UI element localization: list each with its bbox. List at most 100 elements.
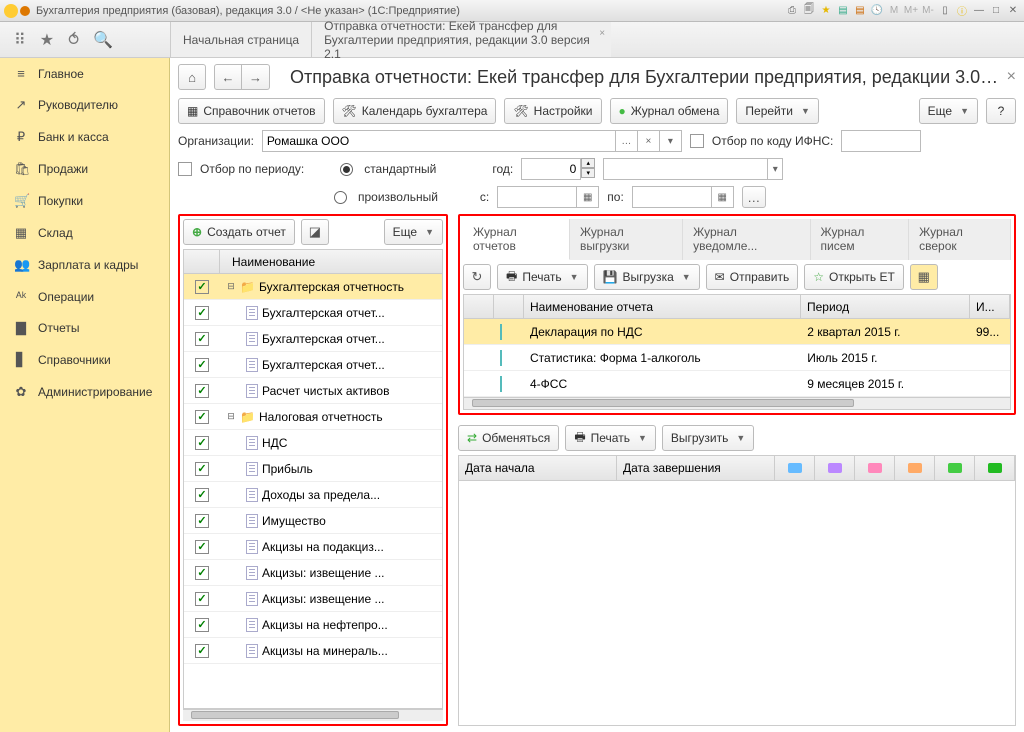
sidebar-item[interactable]: 🛍Продажи bbox=[0, 153, 169, 185]
create-report-button[interactable]: ⊕Создать отчет bbox=[183, 219, 295, 245]
star-icon[interactable]: ★ bbox=[40, 30, 54, 50]
sys-icon[interactable]: M- bbox=[921, 4, 935, 18]
tree-row[interactable]: ✓ Имущество bbox=[184, 508, 442, 534]
sidebar-item[interactable]: 🛒Покупки bbox=[0, 185, 169, 217]
grid-settings-button[interactable]: ▦ bbox=[910, 264, 938, 290]
checkbox[interactable]: ✓ bbox=[195, 566, 209, 580]
sidebar-item[interactable]: ↗Руководителю bbox=[0, 89, 169, 121]
radio-standard[interactable] bbox=[340, 163, 353, 176]
export-button[interactable]: 💾Выгрузка▼ bbox=[594, 264, 700, 290]
sys-icon[interactable]: 🕓 bbox=[870, 4, 884, 18]
table-row[interactable]: 4-ФСС 9 месяцев 2015 г. bbox=[464, 371, 1010, 397]
checkbox[interactable]: ✓ bbox=[195, 618, 209, 632]
tree-row[interactable]: ✓ Акцизы на подакциз... bbox=[184, 534, 442, 560]
h-scrollbar[interactable] bbox=[464, 397, 1010, 409]
reports-tree[interactable]: Наименование ✓ ⊟📁Бухгалтерская отчетност… bbox=[183, 249, 443, 709]
sidebar-item[interactable]: ᴬᵏОперации bbox=[0, 281, 169, 312]
year-up-icon[interactable]: ▴ bbox=[581, 158, 595, 168]
sidebar-item[interactable]: ₽Банк и касса bbox=[0, 121, 169, 153]
checkbox[interactable]: ✓ bbox=[195, 488, 209, 502]
period-drop-icon[interactable]: ▾ bbox=[768, 158, 783, 180]
search-icon[interactable]: 🔍 bbox=[93, 30, 113, 50]
send-button[interactable]: ✉Отправить bbox=[706, 264, 799, 290]
sidebar-item[interactable]: ▋Справочники bbox=[0, 344, 169, 376]
tree-row[interactable]: ✓ Акцизы: извещение ... bbox=[184, 560, 442, 586]
sys-icon[interactable]: ▯ bbox=[938, 4, 952, 18]
tree-row[interactable]: ✓ ⊟📁Налоговая отчетность bbox=[184, 404, 442, 430]
org-open-icon[interactable]: ▾ bbox=[660, 130, 682, 152]
checkbox[interactable]: ✓ bbox=[195, 592, 209, 606]
org-more-icon[interactable]: … bbox=[616, 130, 638, 152]
home-button[interactable]: ⌂ bbox=[178, 64, 206, 90]
sidebar-item[interactable]: 👥Зарплата и кадры bbox=[0, 249, 169, 281]
exchange-journal-button[interactable]: ●Журнал обмена bbox=[610, 98, 729, 124]
sys-icon[interactable]: M bbox=[887, 4, 901, 18]
sidebar-item[interactable]: ✿Администрирование bbox=[0, 376, 169, 408]
journal-tab[interactable]: Журнал сверок bbox=[909, 219, 1011, 260]
year-input[interactable] bbox=[521, 158, 581, 180]
left-more-button[interactable]: Еще▼ bbox=[384, 219, 443, 245]
sidebar-item[interactable]: ▦Склад bbox=[0, 217, 169, 249]
journal-tab[interactable]: Журнал выгрузки bbox=[570, 219, 683, 260]
bottom-print-button[interactable]: 🖶Печать▼ bbox=[565, 425, 656, 451]
journal-tab[interactable]: Журнал писем bbox=[811, 219, 910, 260]
bottom-table-body[interactable] bbox=[458, 481, 1016, 726]
org-clear-icon[interactable]: × bbox=[638, 130, 660, 152]
tree-row[interactable]: ✓ Расчет чистых активов bbox=[184, 378, 442, 404]
checkbox[interactable]: ✓ bbox=[195, 410, 209, 424]
open-et-button[interactable]: ☆Открыть ЕТ bbox=[804, 264, 904, 290]
table-row[interactable]: Декларация по НДС 2 квартал 2015 г. 99..… bbox=[464, 319, 1010, 345]
sys-icon[interactable]: ⎙ bbox=[785, 4, 799, 18]
tree-row[interactable]: ✓ Доходы за предела... bbox=[184, 482, 442, 508]
help-button[interactable]: ? bbox=[986, 98, 1016, 124]
tree-row[interactable]: ✓ Акцизы: извещение ... bbox=[184, 586, 442, 612]
date-from-input[interactable] bbox=[497, 186, 577, 208]
checkbox[interactable]: ✓ bbox=[195, 332, 209, 346]
date-to-input[interactable] bbox=[632, 186, 712, 208]
journal-tab[interactable]: Журнал уведомле... bbox=[683, 219, 810, 260]
tree-row[interactable]: ✓ ⊟📁Бухгалтерская отчетность bbox=[184, 274, 442, 300]
calendar-icon[interactable]: ▦ bbox=[577, 186, 599, 208]
radio-custom[interactable] bbox=[334, 191, 347, 204]
tab-close-icon[interactable]: × bbox=[599, 28, 605, 39]
sys-icon[interactable]: ★ bbox=[819, 4, 833, 18]
bottom-export-button[interactable]: Выгрузить▼ bbox=[662, 425, 754, 451]
h-scrollbar[interactable] bbox=[183, 709, 443, 721]
sys-icon[interactable]: ▤ bbox=[853, 4, 867, 18]
expand-icon[interactable]: ⊟ bbox=[226, 281, 236, 292]
settings-button[interactable]: 🛠Настройки bbox=[504, 98, 601, 124]
forward-button[interactable]: → bbox=[242, 64, 270, 90]
tab-home[interactable]: Начальная страница bbox=[170, 22, 311, 57]
checkbox[interactable]: ✓ bbox=[195, 358, 209, 372]
reports-directory-button[interactable]: ▦Справочник отчетов bbox=[178, 98, 325, 124]
tree-row[interactable]: ✓ Бухгалтерская отчет... bbox=[184, 326, 442, 352]
back-button[interactable]: ← bbox=[214, 64, 242, 90]
ifns-checkbox[interactable] bbox=[690, 134, 704, 148]
tree-row[interactable]: ✓ Бухгалтерская отчет... bbox=[184, 352, 442, 378]
checkbox[interactable]: ✓ bbox=[195, 540, 209, 554]
refresh-button[interactable]: ↻ bbox=[463, 264, 491, 290]
tree-row[interactable]: ✓ НДС bbox=[184, 430, 442, 456]
more-button[interactable]: Еще▼ bbox=[919, 98, 978, 124]
sys-icon[interactable]: M+ bbox=[904, 4, 918, 18]
tree-row[interactable]: ✓ Прибыль bbox=[184, 456, 442, 482]
period-checkbox[interactable] bbox=[178, 162, 192, 176]
checkbox[interactable]: ✓ bbox=[195, 514, 209, 528]
checkbox[interactable]: ✓ bbox=[195, 644, 209, 658]
ifns-input[interactable] bbox=[841, 130, 921, 152]
date-helper-button[interactable]: … bbox=[742, 186, 766, 208]
sidebar-item[interactable]: ▇Отчеты bbox=[0, 312, 169, 344]
journal-tab[interactable]: Журнал отчетов bbox=[463, 219, 570, 260]
toggle-view-button[interactable]: ◪ bbox=[301, 219, 329, 245]
org-input[interactable] bbox=[262, 130, 616, 152]
calendar-icon[interactable]: ▦ bbox=[712, 186, 734, 208]
goto-button[interactable]: Перейти▼ bbox=[736, 98, 818, 124]
calendar-button[interactable]: 🛠Календарь бухгалтера bbox=[333, 98, 497, 124]
tree-row[interactable]: ✓ Бухгалтерская отчет... bbox=[184, 300, 442, 326]
history-icon[interactable]: ⥀ bbox=[68, 30, 79, 50]
tree-row[interactable]: ✓ Акцизы на минераль... bbox=[184, 638, 442, 664]
checkbox[interactable]: ✓ bbox=[195, 306, 209, 320]
tab-active[interactable]: Отправка отчетности: Екей трансфер для Б… bbox=[311, 22, 611, 57]
checkbox[interactable]: ✓ bbox=[195, 384, 209, 398]
period-select[interactable] bbox=[603, 158, 768, 180]
